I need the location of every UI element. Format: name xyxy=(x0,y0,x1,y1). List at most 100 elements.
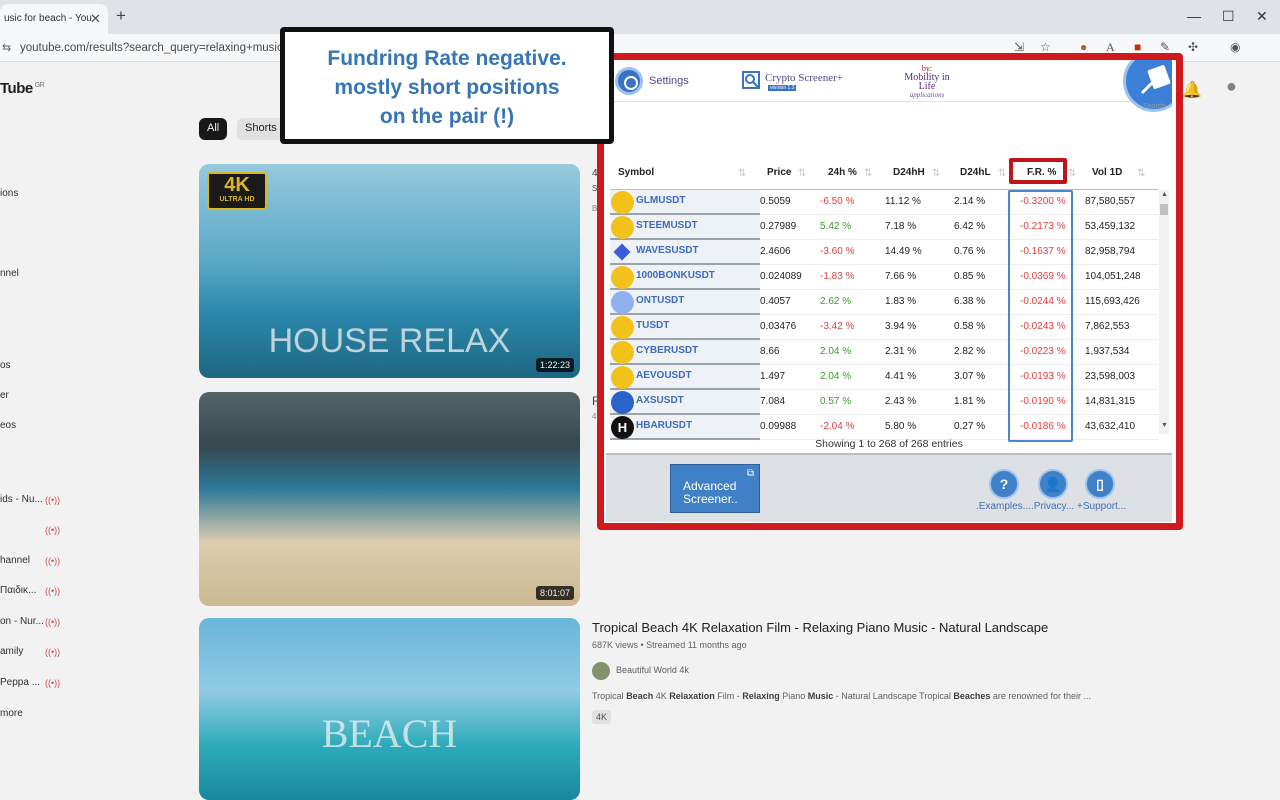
notifications-bell-icon[interactable]: 🔔 xyxy=(1182,80,1202,100)
callout-line: on the pair (!) xyxy=(379,105,515,128)
sidebar-show-more[interactable]: more xyxy=(0,708,23,719)
symbol-cell[interactable]: GLMUSDT xyxy=(610,190,760,215)
popup-footer: Advanced Screener.. ⧉ ? .Examples... 👤 .… xyxy=(606,453,1172,522)
sidebar-item[interactable]: hannel xyxy=(0,555,30,566)
video-thumbnail[interactable]: 8:01:07 xyxy=(199,392,580,606)
sidebar-item[interactable]: on - Nur... xyxy=(0,616,44,627)
install-icon[interactable]: ⇲ xyxy=(1014,40,1024,54)
youtube-logo[interactable]: Tube GR xyxy=(0,80,45,97)
column-header-24h[interactable]: 24h % xyxy=(828,167,857,178)
avatar[interactable]: ● xyxy=(1226,76,1237,97)
sort-icon[interactable]: ⇅ xyxy=(1137,168,1145,179)
settings-link[interactable]: Settings xyxy=(649,75,689,87)
settings-gear-icon[interactable] xyxy=(615,67,643,95)
sidebar-item[interactable]: os xyxy=(0,360,11,371)
channel-avatar[interactable] xyxy=(592,662,610,680)
symbol-cell[interactable]: WAVESUSDT xyxy=(610,240,760,265)
sidebar-item[interactable]: Peppa ... xyxy=(0,677,40,688)
symbol-link[interactable]: AXSUSDT xyxy=(636,395,684,406)
volume-cell: 23,598,003 xyxy=(1085,371,1136,382)
table-row[interactable]: WAVESUSDT 2.4606 -3.60 % 14.49 % 0.76 % -0.16… xyxy=(610,240,1158,265)
sort-icon[interactable]: ⇅ xyxy=(798,168,806,179)
bookmark-star-icon[interactable]: ☆ xyxy=(1040,40,1051,54)
table-row[interactable]: 1000BONKUSDT 0.024089 -1.83 % 7.66 % 0.85 % -… xyxy=(610,265,1158,290)
table-row[interactable]: STEEMUSDT 0.27989 5.42 % 7.18 % 6.42 % -0.217… xyxy=(610,215,1158,240)
sort-icon[interactable]: ⇅ xyxy=(998,168,1006,179)
table-row[interactable]: AEVOUSDT 1.497 2.04 % 4.41 % 3.07 % -0.0193 %… xyxy=(610,365,1158,390)
chip-all[interactable]: All xyxy=(199,118,228,140)
column-header-d24hl[interactable]: D24hL xyxy=(960,167,991,178)
symbol-link[interactable]: TUSDT xyxy=(636,320,669,331)
symbol-cell[interactable]: STEEMUSDT xyxy=(610,215,760,240)
table-row[interactable]: ONTUSDT 0.4057 2.62 % 1.83 % 6.38 % -0.0244 %… xyxy=(610,290,1158,315)
scrollbar-thumb[interactable] xyxy=(1160,204,1168,215)
symbol-link[interactable]: STEEMUSDT xyxy=(636,220,698,231)
sort-icon[interactable]: ⇅ xyxy=(738,168,746,179)
extensions-puzzle-icon[interactable]: ✣ xyxy=(1188,40,1198,54)
symbol-link[interactable]: 1000BONKUSDT xyxy=(636,270,715,281)
table-row[interactable]: CYBERUSDT 8.66 2.04 % 2.31 % 2.82 % -0.0223 %… xyxy=(610,340,1158,365)
address-bar[interactable]: youtube.com/results?search_query=relaxin… xyxy=(20,42,299,54)
sidebar-item[interactable]: nnel xyxy=(0,268,19,279)
support-phone-icon[interactable]: ▯ xyxy=(1085,469,1115,499)
extension-icon[interactable]: ● xyxy=(1080,40,1087,54)
privacy-user-icon[interactable]: 👤 xyxy=(1038,469,1068,499)
sidebar-item[interactable]: ions xyxy=(0,188,18,199)
channel-name[interactable]: Beautiful World 4k xyxy=(616,665,689,675)
symbol-cell[interactable]: CYBERUSDT xyxy=(610,340,760,365)
scroll-up-arrow-icon[interactable]: ▲ xyxy=(1161,191,1168,198)
volume-cell: 53,459,132 xyxy=(1085,221,1136,232)
video-thumbnail[interactable]: 4K ULTRA HD HOUSE RELAX 1:22:23 xyxy=(199,164,580,378)
symbol-link[interactable]: ONTUSDT xyxy=(636,295,684,306)
new-tab-button[interactable]: + xyxy=(116,6,126,26)
sidebar-item[interactable]: ids - Nu... xyxy=(0,494,43,505)
sidebar-item[interactable]: Παιδικ... xyxy=(0,585,36,596)
symbol-link[interactable]: WAVESUSDT xyxy=(636,245,699,256)
symbol-cell[interactable]: AXSUSDT xyxy=(610,390,760,415)
sort-icon[interactable]: ⇅ xyxy=(864,168,872,179)
symbol-cell[interactable]: 1000BONKUSDT xyxy=(610,265,760,290)
minimize-button[interactable]: — xyxy=(1187,8,1201,24)
symbol-link[interactable]: HBARUSDT xyxy=(636,420,692,431)
privacy-link[interactable]: .Privacy... xyxy=(1031,501,1074,512)
column-header-price[interactable]: Price xyxy=(767,167,791,178)
symbol-link[interactable]: AEVOUSDT xyxy=(636,370,692,381)
tab-close-icon[interactable]: ✕ xyxy=(90,11,101,27)
symbol-cell[interactable]: H HBARUSDT xyxy=(610,415,760,440)
sort-icon[interactable]: ⇅ xyxy=(1068,168,1076,179)
video-title[interactable]: Tropical Beach 4K Relaxation Film - Rela… xyxy=(592,620,1048,635)
symbol-cell[interactable]: ONTUSDT xyxy=(610,290,760,315)
annotation-callout: Fundring Rate negative. mostly short pos… xyxy=(280,27,614,144)
browser-tab[interactable]: usic for beach - You ✕ xyxy=(0,4,108,34)
change-24h-cell: 0.57 % xyxy=(820,396,852,407)
symbol-link[interactable]: GLMUSDT xyxy=(636,195,685,206)
chip-shorts[interactable]: Shorts xyxy=(237,118,285,140)
column-header-vol-1d[interactable]: Vol 1D xyxy=(1092,167,1122,178)
symbol-link[interactable]: CYBERUSDT xyxy=(636,345,698,356)
sort-icon[interactable]: ⇅ xyxy=(932,168,940,179)
examples-link[interactable]: .Examples... xyxy=(976,501,1031,512)
close-window-button[interactable]: ✕ xyxy=(1256,8,1268,25)
table-row[interactable]: H HBARUSDT 0.09988 -2.04 % 5.80 % 0.27 % -0.01… xyxy=(610,415,1158,440)
site-info-icon[interactable]: ⇆ xyxy=(2,41,11,54)
video-thumbnail[interactable]: Beach xyxy=(199,618,580,800)
maximize-button[interactable]: ☐ xyxy=(1222,8,1235,25)
extension-icon[interactable]: ■ xyxy=(1134,40,1141,54)
extension-icon[interactable]: ✎ xyxy=(1160,40,1170,54)
scroll-down-arrow-icon[interactable]: ▼ xyxy=(1161,422,1168,429)
table-scrollbar[interactable] xyxy=(1159,190,1169,434)
column-header-symbol[interactable]: Symbol xyxy=(618,167,654,178)
advanced-screener-button[interactable]: Advanced Screener.. ⧉ xyxy=(670,464,760,513)
column-header-d24hh[interactable]: D24hH xyxy=(893,167,925,178)
symbol-cell[interactable]: AEVOUSDT xyxy=(610,365,760,390)
examples-help-icon[interactable]: ? xyxy=(989,469,1019,499)
profile-icon[interactable]: ◉ xyxy=(1230,40,1240,54)
table-row[interactable]: GLMUSDT 0.5059 -6.50 % 11.12 % 2.14 % -0.3200… xyxy=(610,190,1158,215)
symbol-cell[interactable]: TUSDT xyxy=(610,315,760,340)
sidebar-item[interactable]: er xyxy=(0,390,9,401)
support-link[interactable]: +Support... xyxy=(1077,501,1126,512)
table-row[interactable]: AXSUSDT 7.084 0.57 % 2.43 % 1.81 % -0.0190 % 1… xyxy=(610,390,1158,415)
sidebar-item[interactable]: eos xyxy=(0,420,16,431)
sidebar-item[interactable]: amily xyxy=(0,646,23,657)
table-row[interactable]: TUSDT 0.03476 -3.42 % 3.94 % 0.58 % -0.0243 %… xyxy=(610,315,1158,340)
